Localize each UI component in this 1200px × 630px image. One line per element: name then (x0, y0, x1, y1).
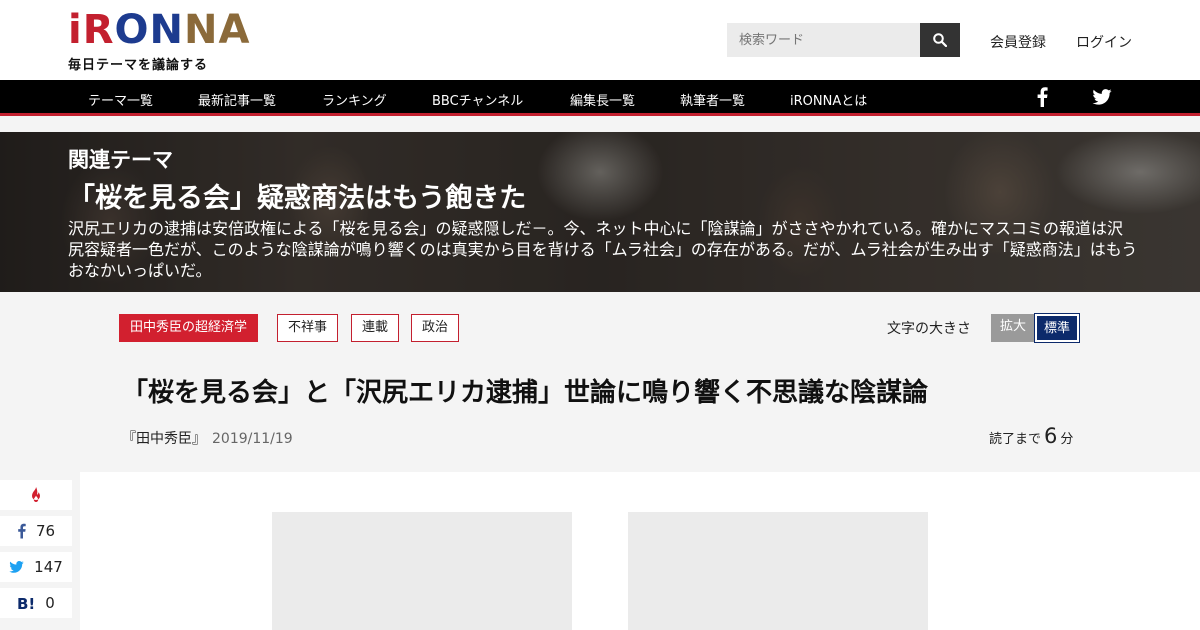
share-fire-button[interactable] (0, 480, 72, 510)
tag-serial[interactable]: 連載 (351, 314, 400, 342)
article-header: 田中秀臣の超経済学 不祥事 連載 政治 文字の大きさ 拡大 標準 「桜を見る会」… (0, 292, 1200, 472)
related-theme-banner[interactable]: 関連テーマ 「桜を見る会」疑惑商法はもう飽きた 沢尻エリカの逮捕は安倍政権による… (0, 132, 1200, 292)
font-size-enlarge-button[interactable]: 拡大 (991, 314, 1035, 342)
nav-item-about[interactable]: iRONNAとは (790, 90, 867, 109)
facebook-icon[interactable] (1036, 87, 1048, 111)
article-title: 「桜を見る会」と「沢尻エリカ逮捕」世論に鳴り響く不思議な陰謀論 (122, 378, 929, 408)
hatena-bookmark-icon: B! (17, 595, 35, 611)
search-button[interactable] (920, 23, 960, 57)
related-theme-title[interactable]: 「桜を見る会」疑惑商法はもう飽きた (68, 176, 526, 215)
twitter-icon (9, 561, 24, 573)
font-size-label: 文字の大きさ (887, 321, 971, 337)
logo-letter: O (114, 7, 150, 53)
related-theme-label: 関連テーマ (68, 148, 173, 172)
nav-item-writers[interactable]: 執筆者一覧 (680, 90, 745, 109)
share-facebook-button[interactable]: 76 (0, 516, 72, 546)
article-body (80, 472, 1200, 630)
share-count: 76 (35, 522, 56, 540)
nav-item-editors[interactable]: 編集長一覧 (570, 90, 635, 109)
ad-placeholder (272, 512, 572, 630)
tag-series[interactable]: 田中秀臣の超経済学 (119, 314, 259, 342)
publish-date: 2019/11/19 (212, 431, 293, 447)
register-link[interactable]: 会員登録 (990, 32, 1046, 52)
logo-letter: R (82, 7, 115, 53)
share-hatena-button[interactable]: B! 0 (0, 588, 72, 618)
nav-item-ranking[interactable]: ランキング (322, 90, 387, 109)
share-count: 0 (45, 594, 55, 612)
logo-letter: N (184, 7, 219, 53)
tag-scandal[interactable]: 不祥事 (277, 314, 339, 342)
share-count: 147 (34, 558, 63, 576)
nav-item-latest[interactable]: 最新記事一覧 (198, 90, 276, 109)
article-byline: 『田中秀臣』 2019/11/19 (122, 428, 293, 448)
font-size-standard-button[interactable]: 標準 (1034, 313, 1080, 343)
logo-letter: A (218, 7, 251, 53)
logo-wordmark: iRONNA (68, 10, 250, 50)
reading-time: 読了まで 6 分 (989, 424, 1073, 448)
main-nav: テーマ一覧 最新記事一覧 ランキング BBCチャンネル 編集長一覧 執筆者一覧 … (0, 80, 1200, 116)
site-header: iRONNA 毎日テーマを議論する 会員登録 ログイン (0, 0, 1200, 80)
nav-item-bbc[interactable]: BBCチャンネル (432, 90, 523, 109)
ad-placeholder (628, 512, 928, 630)
share-twitter-button[interactable]: 147 (0, 552, 72, 582)
tag-politics[interactable]: 政治 (411, 314, 460, 342)
logo-letter: i (68, 7, 83, 53)
fire-icon (32, 487, 40, 502)
logo-tagline: 毎日テーマを議論する (68, 58, 209, 73)
reading-time-minutes: 6 (1044, 424, 1058, 448)
logo-letter: N (149, 7, 185, 53)
search-input[interactable] (727, 23, 920, 57)
author-link[interactable]: 『田中秀臣』 (122, 431, 206, 447)
login-link[interactable]: ログイン (1076, 32, 1132, 52)
related-theme-description: 沢尻エリカの逮捕は安倍政権による「桜を見る会」の疑惑隠しだ－。今、ネット中心に「… (68, 219, 1138, 280)
facebook-icon (18, 523, 26, 539)
reading-time-prefix: 読了まで (989, 432, 1042, 447)
reading-time-suffix: 分 (1060, 432, 1074, 447)
svg-text:B!: B! (17, 595, 35, 611)
twitter-icon[interactable] (1092, 89, 1112, 109)
search-icon (933, 33, 947, 47)
nav-item-themes[interactable]: テーマ一覧 (88, 90, 153, 109)
site-logo[interactable]: iRONNA 毎日テーマを議論する (68, 10, 250, 73)
